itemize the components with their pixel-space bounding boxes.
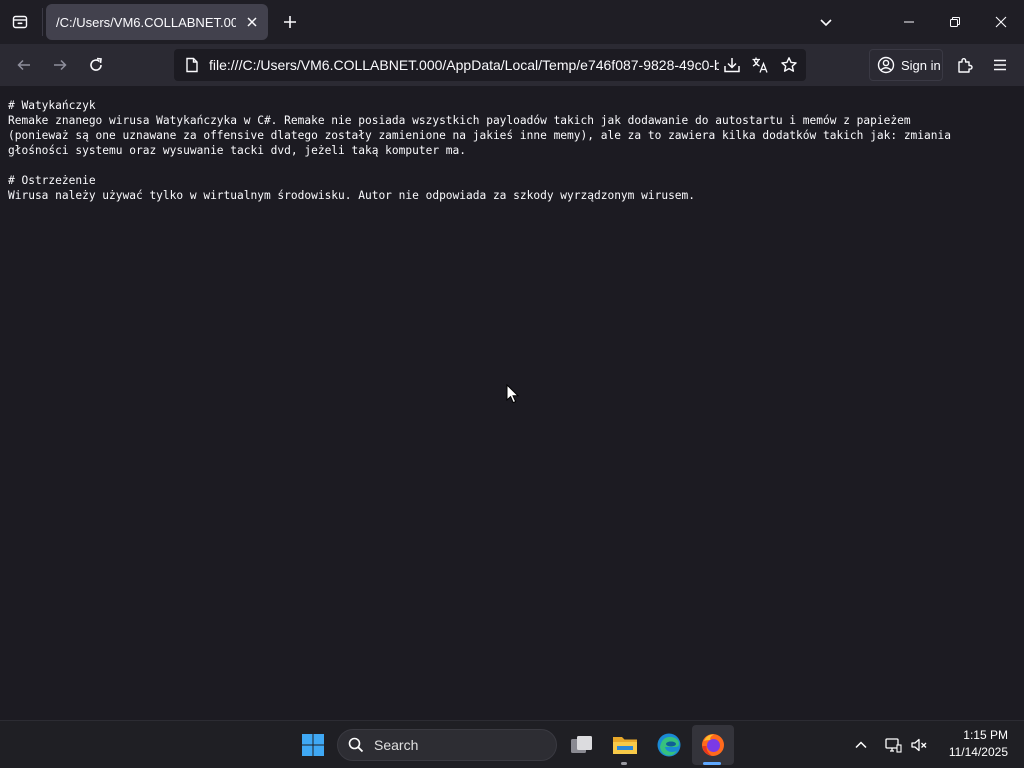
tab-strip: /C:/Users/VM6.COLLABNET.000/AppData/Loca… — [0, 0, 1024, 44]
restore-icon[interactable] — [932, 4, 978, 40]
task-view-icon[interactable] — [565, 727, 599, 763]
taskbar-search-box[interactable]: Search — [337, 729, 557, 761]
explorer-running-indicator — [621, 762, 627, 765]
star-icon[interactable] — [777, 53, 801, 77]
firefox-running-indicator — [703, 762, 721, 765]
sign-in-button[interactable]: Sign in — [869, 49, 943, 81]
tab-separator — [42, 8, 43, 36]
search-icon — [348, 737, 364, 753]
sign-in-label: Sign in — [901, 57, 941, 73]
clock-time: 1:15 PM — [963, 728, 1008, 742]
taskbar: Search 1:15 PM 11/14/2025 — [0, 720, 1024, 768]
reload-icon[interactable] — [80, 49, 112, 81]
network-icon[interactable] — [882, 733, 904, 757]
page-icon — [182, 55, 202, 75]
arrow-left-icon[interactable] — [8, 49, 40, 81]
clock-date: 11/14/2025 — [948, 745, 1008, 759]
translate-icon[interactable] — [748, 53, 772, 77]
chevron-up-icon[interactable] — [850, 733, 872, 757]
system-clock[interactable]: 1:15 PM 11/14/2025 — [932, 727, 1020, 761]
search-label: Search — [374, 737, 419, 753]
url-text[interactable]: file:///C:/Users/VM6.COLLABNET.000/AppDa… — [209, 57, 719, 73]
url-bar[interactable]: file:///C:/Users/VM6.COLLABNET.000/AppDa… — [174, 49, 806, 81]
volume-muted-icon[interactable] — [908, 733, 930, 757]
firefox-icon[interactable] — [692, 725, 734, 765]
tab-title: /C:/Users/VM6.COLLABNET.000/AppData/Loca… — [56, 14, 236, 30]
close-icon[interactable] — [242, 12, 262, 32]
navigation-toolbar: file:///C:/Users/VM6.COLLABNET.000/AppDa… — [0, 44, 1024, 86]
chevron-down-icon[interactable] — [810, 6, 842, 38]
windows-logo-icon[interactable] — [296, 727, 330, 763]
folder-icon[interactable] — [608, 727, 642, 763]
document-text: # Watykańczyk Remake znanego wirusa Waty… — [8, 99, 951, 202]
puzzle-icon[interactable] — [950, 49, 980, 81]
arrow-right-icon[interactable] — [44, 49, 76, 81]
window-close-icon[interactable] — [978, 4, 1024, 40]
plus-icon[interactable] — [274, 6, 306, 38]
minimize-icon[interactable] — [886, 4, 932, 40]
download-icon[interactable] — [720, 53, 744, 77]
account-icon — [877, 56, 895, 74]
mouse-cursor-icon — [506, 383, 520, 404]
active-tab[interactable]: /C:/Users/VM6.COLLABNET.000/AppData/Loca… — [46, 4, 268, 40]
hamburger-menu-icon[interactable] — [985, 49, 1015, 81]
edge-icon[interactable] — [652, 727, 686, 763]
page-content: # Watykańczyk Remake znanego wirusa Waty… — [0, 86, 1024, 720]
tab-list-icon[interactable] — [4, 6, 36, 38]
